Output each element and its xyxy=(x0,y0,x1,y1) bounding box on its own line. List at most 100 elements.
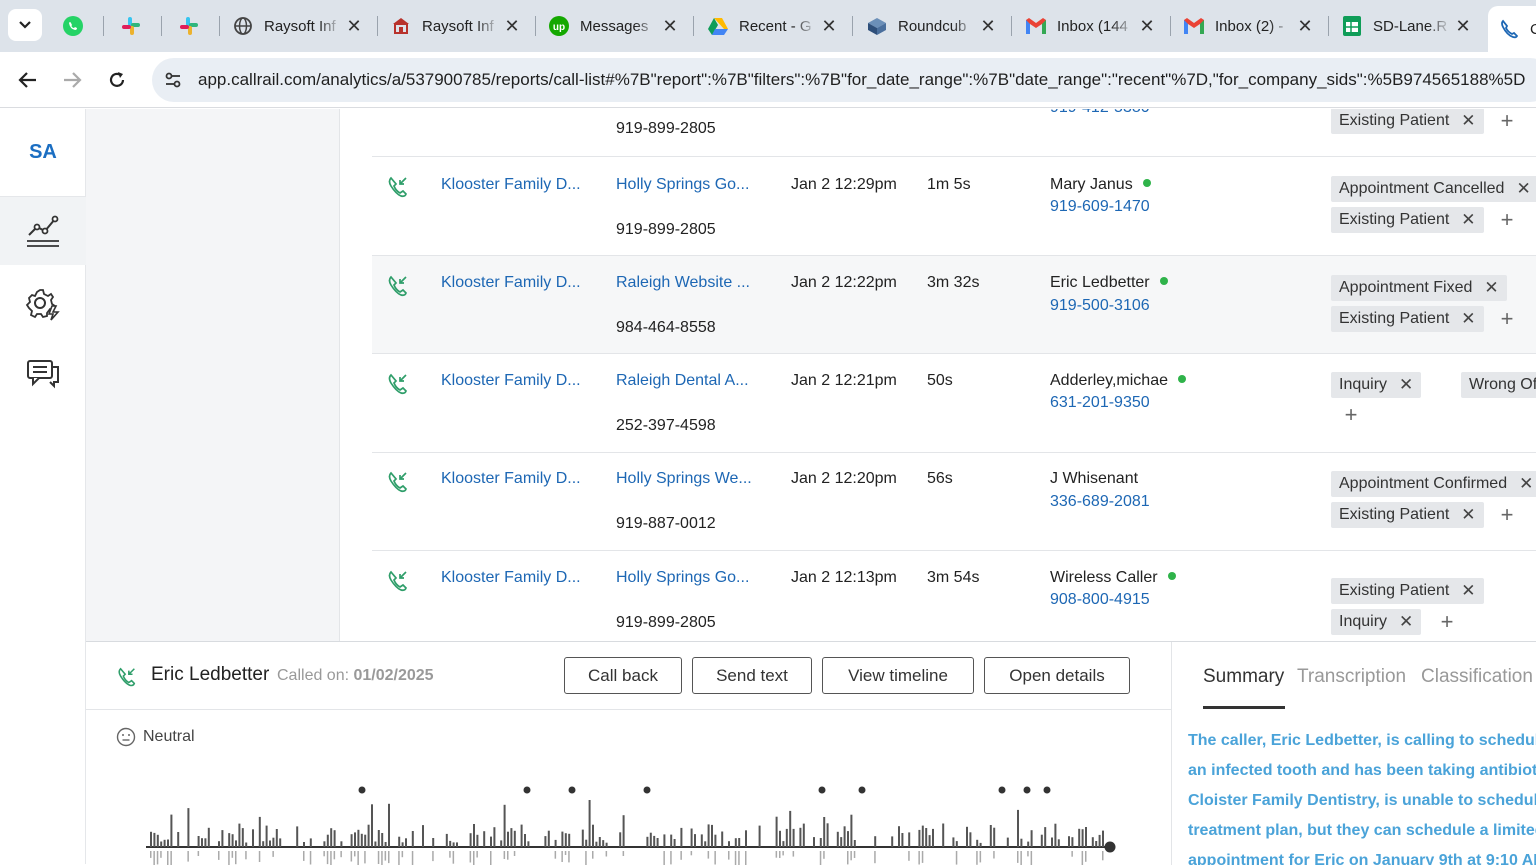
account-logo[interactable]: SA xyxy=(0,109,86,197)
caller-phone-link[interactable]: 919-412-5380 xyxy=(1050,109,1150,117)
tab-roundcube[interactable]: Roundcub ✕ xyxy=(866,8,998,44)
reload-button[interactable] xyxy=(103,66,131,94)
add-tag-button[interactable]: + xyxy=(1497,308,1517,330)
source-link[interactable]: Holly Springs Go... xyxy=(616,176,761,194)
call-duration: 3m 54s xyxy=(927,569,980,586)
source-link[interactable]: Holly Springs Go... xyxy=(616,569,761,587)
audio-waveform[interactable] xyxy=(144,780,1124,865)
view-timeline-button[interactable]: View timeline xyxy=(822,657,974,694)
caller-phone-link[interactable]: 336-689-2081 xyxy=(1050,493,1150,511)
call-row[interactable]: 919-899-2805 919-412-5380 Existing Patie… xyxy=(372,109,1536,157)
back-button[interactable] xyxy=(14,66,42,94)
tab-inbox-144[interactable]: Inbox (144 ✕ xyxy=(1025,8,1157,44)
add-tag-button[interactable]: + xyxy=(1341,404,1361,426)
remove-tag-icon[interactable]: ✕ xyxy=(1461,309,1475,329)
remove-tag-icon[interactable]: ✕ xyxy=(1461,111,1475,131)
source-link[interactable]: Raleigh Website ... xyxy=(616,274,761,292)
waveform-bar-lower xyxy=(714,851,716,865)
waveform-bar-lower xyxy=(160,851,162,858)
call-row-selected[interactable]: Klooster Family D... Raleigh Website ...… xyxy=(372,255,1536,354)
tab-separator xyxy=(219,16,220,36)
tab-transcription[interactable]: Transcription xyxy=(1297,666,1406,688)
nav-conversations[interactable] xyxy=(0,339,86,407)
caller-phone-link[interactable]: 631-201-9350 xyxy=(1050,394,1150,412)
waveform-bar xyxy=(258,816,261,847)
company-link[interactable]: Klooster Family D... xyxy=(441,176,586,194)
caller-name: Mary Janus xyxy=(1050,176,1151,194)
close-icon[interactable]: ✕ xyxy=(1137,16,1157,36)
tab-slack-1[interactable] xyxy=(120,8,150,44)
remove-tag-icon[interactable]: ✕ xyxy=(1461,210,1475,230)
tab-sd-lane[interactable]: SD-Lane.R ✕ xyxy=(1341,8,1473,44)
add-tag-button[interactable]: + xyxy=(1437,611,1457,633)
source-link[interactable]: Raleigh Dental A... xyxy=(616,372,761,390)
tab-search-button[interactable] xyxy=(8,9,42,41)
tab-classification[interactable]: Classification xyxy=(1421,666,1533,688)
company-link[interactable]: Klooster Family D... xyxy=(441,274,586,292)
waveform-marker xyxy=(523,786,531,794)
remove-tag-icon[interactable]: ✕ xyxy=(1461,505,1475,525)
open-details-button[interactable]: Open details xyxy=(984,657,1130,694)
tab-summary[interactable]: Summary xyxy=(1203,666,1284,688)
svg-text:up: up xyxy=(553,22,565,33)
waveform-bar xyxy=(585,839,588,847)
caller-name-text: Adderley,michae xyxy=(1050,372,1168,389)
call-row[interactable]: Klooster Family D... Raleigh Dental A...… xyxy=(372,354,1536,453)
call-duration: 3m 32s xyxy=(927,274,980,291)
close-icon[interactable]: ✕ xyxy=(978,16,998,36)
waveform-bar-lower xyxy=(323,851,325,857)
remove-tag-icon[interactable]: ✕ xyxy=(1399,375,1413,395)
add-tag-button[interactable]: + xyxy=(1497,110,1517,132)
company-link[interactable]: Klooster Family D... xyxy=(441,569,586,587)
caller-name-text: Wireless Caller xyxy=(1050,569,1158,586)
send-text-button[interactable]: Send text xyxy=(692,657,812,694)
tab-recent-drive[interactable]: Recent - G ✕ xyxy=(707,8,839,44)
caller-phone-link[interactable]: 908-800-4915 xyxy=(1050,591,1150,609)
close-icon[interactable]: ✕ xyxy=(1295,16,1315,36)
close-icon[interactable]: ✕ xyxy=(660,16,680,36)
remove-tag-icon[interactable]: ✕ xyxy=(1516,179,1530,199)
call-row[interactable]: Klooster Family D... Holly Springs We...… xyxy=(372,452,1536,551)
waveform-bar xyxy=(1030,830,1033,847)
url-bar[interactable]: app.callrail.com/analytics/a/537900785/r… xyxy=(152,58,1536,102)
tab-raysoft-1[interactable]: Raysoft Inf ✕ xyxy=(232,8,364,44)
tab-messages[interactable]: up Messages ✕ xyxy=(548,8,680,44)
company-link[interactable]: Klooster Family D... xyxy=(441,372,586,390)
site-info-icon[interactable] xyxy=(158,65,188,95)
add-tag-button[interactable]: + xyxy=(1497,504,1517,526)
waveform-bar xyxy=(993,827,996,847)
tab-slack-2[interactable] xyxy=(178,8,208,44)
call-row[interactable]: Klooster Family D... Holly Springs Go...… xyxy=(372,551,1536,641)
forward-button[interactable] xyxy=(58,66,86,94)
company-link[interactable]: Klooster Family D... xyxy=(441,470,586,488)
tab-callrail[interactable]: C xyxy=(1488,6,1536,52)
waveform-bar xyxy=(513,830,516,847)
waveform-marker xyxy=(358,786,366,794)
caller-phone-link[interactable]: 919-609-1470 xyxy=(1050,198,1150,216)
tab-inbox-2[interactable]: Inbox (2) - ✕ xyxy=(1183,8,1315,44)
close-icon[interactable]: ✕ xyxy=(819,16,839,36)
close-icon[interactable]: ✕ xyxy=(1453,16,1473,36)
tab-whatsapp[interactable] xyxy=(62,8,92,44)
remove-tag-icon[interactable]: ✕ xyxy=(1484,278,1498,298)
waveform-bar xyxy=(989,825,992,847)
call-row[interactable]: Klooster Family D... Holly Springs Go...… xyxy=(372,157,1536,256)
nav-analytics[interactable] xyxy=(0,197,86,265)
nav-settings[interactable] xyxy=(0,270,86,338)
call-back-button[interactable]: Call back xyxy=(564,657,682,694)
waveform-bar xyxy=(823,817,826,847)
close-icon[interactable]: ✕ xyxy=(502,16,522,36)
waveform-bar-lower xyxy=(469,851,472,863)
source-link[interactable]: Holly Springs We... xyxy=(616,470,761,488)
waveform-bar xyxy=(520,824,523,847)
close-icon[interactable]: ✕ xyxy=(344,16,364,36)
remove-tag-icon[interactable]: ✕ xyxy=(1399,612,1413,632)
tab-title: Inbox (144 xyxy=(1057,17,1128,35)
waveform-bar xyxy=(874,836,877,847)
remove-tag-icon[interactable]: ✕ xyxy=(1519,474,1533,494)
caller-phone-link[interactable]: 919-500-3106 xyxy=(1050,297,1150,315)
add-tag-button[interactable]: + xyxy=(1497,209,1517,231)
slack-icon xyxy=(178,15,200,37)
remove-tag-icon[interactable]: ✕ xyxy=(1461,581,1475,601)
tab-raysoft-2[interactable]: Raysoft Inf ✕ xyxy=(390,8,522,44)
